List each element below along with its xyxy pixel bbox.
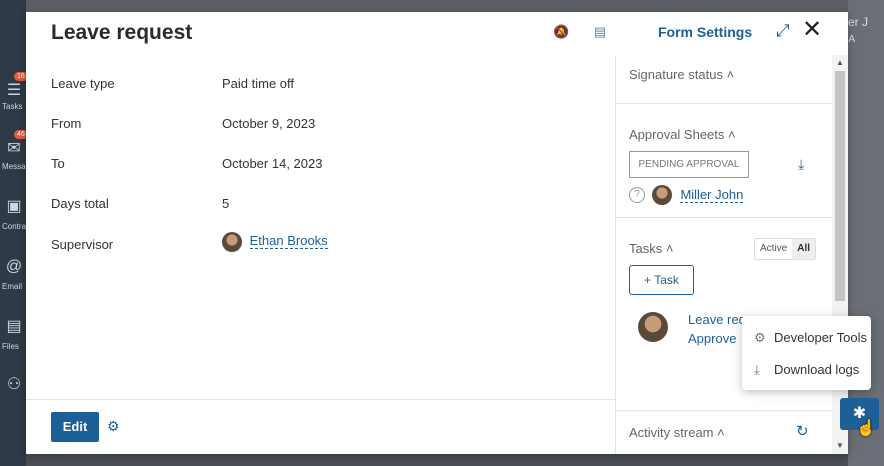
modal-footer: Edit ⚙: [26, 399, 615, 455]
task-filter: Active All: [754, 238, 817, 260]
expand-icon[interactable]: ⤢: [776, 21, 790, 41]
download-icon[interactable]: ⤓: [798, 156, 804, 173]
scrollbar[interactable]: ▲ ▼: [832, 55, 848, 454]
developer-menu: ⚙ Developer Tools ⤓ Download logs: [742, 316, 871, 390]
avatar: [652, 185, 672, 205]
sidebar-item-email[interactable]: Email: [2, 282, 22, 291]
chevron-up-icon: ˄: [726, 67, 735, 82]
chevron-up-icon: ˄: [665, 241, 674, 256]
scroll-down-icon[interactable]: ▼: [836, 441, 844, 450]
task-title-link[interactable]: Leave req: [688, 312, 746, 327]
task-approve-link[interactable]: Approve: [688, 331, 736, 346]
field-value-days-total: 5: [222, 196, 230, 211]
signature-status-header[interactable]: Signature status ˄: [629, 67, 734, 82]
leave-request-modal: Leave request 🔕 ▤ Form Settings ⤢ ✕ Leav…: [26, 12, 848, 454]
field-label-to: To: [51, 156, 65, 171]
page-title: Leave request: [51, 21, 193, 44]
bug-icon: ⚙: [754, 330, 766, 345]
avatar: [222, 232, 242, 252]
top-bar: [0, 0, 884, 12]
tasks-header[interactable]: Tasks ˄: [629, 241, 673, 256]
scrollbar-thumb[interactable]: [835, 71, 845, 301]
left-sidebar: ☰ 16 Tasks ✉ 46 Message ▣ Contra @ Email…: [0, 0, 34, 466]
cursor-icon: ☝: [856, 420, 876, 437]
chevron-up-icon: ˄: [717, 425, 725, 440]
tasks-icon[interactable]: ☰: [3, 80, 25, 102]
status-badge: PENDING APPROVAL: [629, 151, 749, 178]
field-label-supervisor: Supervisor: [51, 237, 114, 252]
sidebar-item-tasks[interactable]: Tasks: [2, 102, 22, 111]
filter-active[interactable]: Active: [755, 239, 792, 259]
edit-button[interactable]: Edit: [51, 412, 99, 442]
right-panel: Signature status ˄ Approval Sheets ˄ PEN…: [615, 55, 832, 454]
supervisor-link[interactable]: Ethan Brooks: [249, 233, 328, 250]
approver-link[interactable]: Miller John: [680, 187, 744, 204]
filter-all[interactable]: All: [792, 239, 816, 259]
divider: [616, 103, 832, 104]
field-value-supervisor: Ethan Brooks: [222, 232, 328, 252]
task-item[interactable]: [638, 312, 668, 342]
divider: [616, 217, 832, 218]
field-label-from: From: [51, 116, 82, 131]
briefcase-icon[interactable]: ▣: [3, 196, 25, 218]
document-settings-icon[interactable]: ▤: [592, 24, 608, 40]
question-icon: ?: [629, 187, 645, 203]
scroll-up-icon[interactable]: ▲: [836, 58, 844, 67]
field-label-leave-type: Leave type: [51, 76, 115, 91]
sidebar-item-contracts[interactable]: Contra: [2, 222, 26, 231]
download-icon: ⤓: [754, 362, 760, 377]
form-settings-button[interactable]: Form Settings: [658, 24, 752, 40]
close-icon[interactable]: ✕: [802, 18, 822, 42]
divider: [616, 410, 832, 411]
people-icon[interactable]: ⚇: [3, 374, 25, 396]
avatar: [638, 312, 668, 342]
chevron-up-icon: ˄: [728, 127, 736, 142]
field-label-days-total: Days total: [51, 196, 109, 211]
add-task-button[interactable]: + Task: [629, 265, 694, 295]
email-icon[interactable]: @: [3, 258, 25, 280]
messages-icon[interactable]: ✉: [3, 138, 25, 160]
field-value-to: October 14, 2023: [222, 156, 323, 171]
menu-item-developer-tools[interactable]: ⚙ Developer Tools: [754, 330, 867, 346]
notifications-off-icon[interactable]: 🔕: [553, 24, 569, 40]
refresh-icon[interactable]: ↻: [796, 422, 809, 440]
gear-icon[interactable]: ⚙: [107, 418, 120, 435]
menu-item-download-logs[interactable]: ⤓ Download logs: [754, 362, 859, 378]
approval-sheets-header[interactable]: Approval Sheets ˄: [629, 127, 736, 142]
sidebar-item-files[interactable]: Files: [2, 342, 19, 351]
plus-icon: +: [644, 273, 652, 287]
approver: Miller John: [652, 185, 744, 205]
field-value-leave-type: Paid time off: [222, 76, 295, 91]
field-value-from: October 9, 2023: [222, 116, 316, 131]
activity-stream-header[interactable]: Activity stream ˄: [629, 425, 725, 440]
right-strip: [848, 0, 884, 466]
files-icon[interactable]: ▤: [3, 316, 25, 338]
